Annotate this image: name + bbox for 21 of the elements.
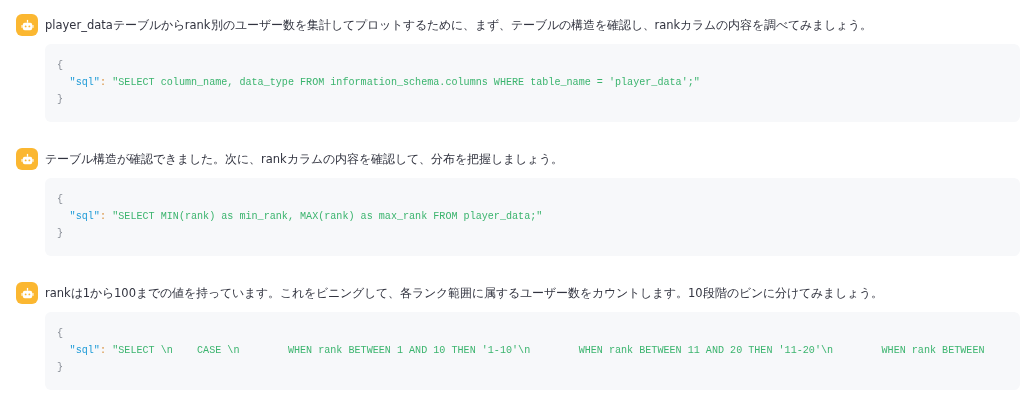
code-token: { xyxy=(57,193,64,207)
code-token: "SELECT column_name, data_type FROM information_schema.columns WHERE table_name = 'player_data';" xyxy=(112,76,700,90)
code-token: : xyxy=(99,344,106,358)
robot-avatar-icon xyxy=(16,282,38,304)
code-token: "sql" xyxy=(69,210,100,224)
code-token: : xyxy=(99,210,106,224)
code-token: { xyxy=(57,327,64,341)
code-token: "SELECT MIN(rank) as min_rank, MAX(rank) as max_rank FROM player_data;" xyxy=(112,210,543,224)
code-token: "sql" xyxy=(69,76,100,90)
code-token: { xyxy=(57,59,64,73)
code-token: } xyxy=(57,227,64,241)
code-token: : xyxy=(99,76,106,90)
robot-avatar-icon xyxy=(16,148,38,170)
message-text: テーブル構造が確認できました。次に、rankカラムの内容を確認して、分布を把握しましょう。 xyxy=(45,151,563,167)
code-token: } xyxy=(57,361,64,375)
code-token: "SELECT \n CASE \n WHEN rank BETWEEN 1 AND 10 THEN '1-10'\n WHEN rank BETWEEN 11 AND 20 THEN '11-20'\n WHEN rank BETWEEN xyxy=(112,344,985,358)
robot-avatar-icon xyxy=(16,14,38,36)
message-text: player_dataテーブルからrank別のユーザー数を集計してプロットするために、まず、テーブルの構造を確認し、rankカラムの内容を調べてみましょう。 xyxy=(45,17,873,33)
code-token: } xyxy=(57,93,64,107)
message-text: rankは1から100までの値を持っています。これをビニングして、各ランク範囲に属するユーザー数をカウントします。10段階のビンに分けてみましょう。 xyxy=(45,285,883,301)
code-token: "sql" xyxy=(69,344,100,358)
